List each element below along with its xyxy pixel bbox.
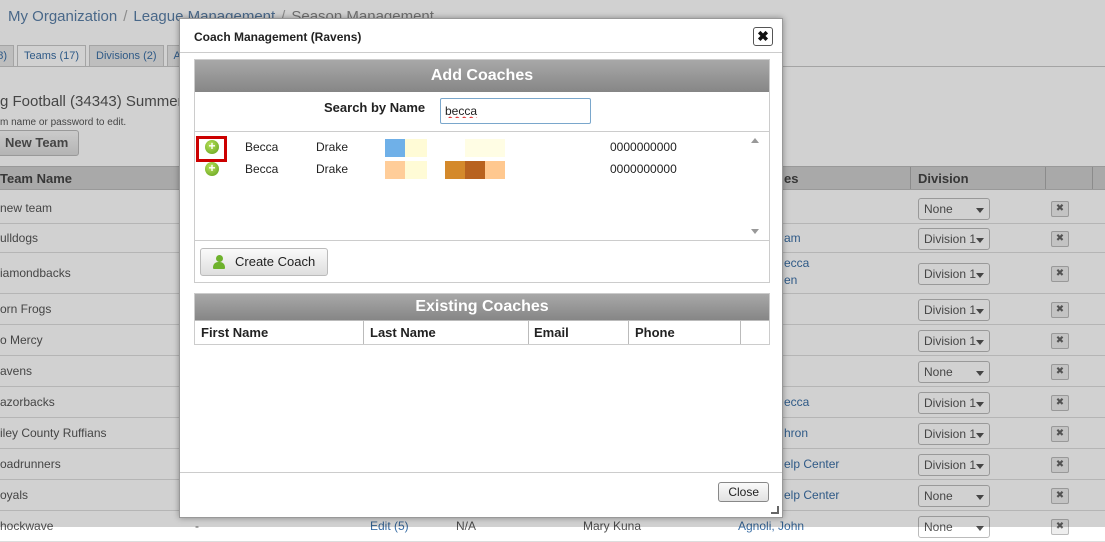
dialog-titlebar: Coach Management (Ravens) ✖: [180, 19, 782, 53]
user-icon: [213, 255, 225, 269]
search-label: Search by Name: [324, 100, 426, 115]
redacted-email: [385, 161, 405, 179]
search-results: + Becca Drake 0000000000 + Becca Drake 0…: [195, 131, 769, 241]
redacted-email: [385, 139, 405, 157]
scroll-down-icon[interactable]: [751, 229, 759, 234]
add-coaches-panel: Add Coaches Search by Name + Becca Drake…: [194, 59, 770, 283]
col-phone[interactable]: Phone: [635, 325, 675, 340]
col-email[interactable]: Email: [534, 325, 569, 340]
close-icon[interactable]: ✖: [753, 27, 773, 46]
resize-grip-icon[interactable]: [771, 506, 779, 514]
col-first-name[interactable]: First Name: [201, 325, 268, 340]
result-first-name: Becca: [245, 162, 279, 176]
result-row: + Becca Drake 0000000000: [195, 159, 745, 181]
scroll-up-icon[interactable]: [751, 138, 759, 143]
col-last-name[interactable]: Last Name: [370, 325, 436, 340]
dialog-title: Coach Management (Ravens): [194, 30, 362, 44]
result-first-name: Becca: [245, 140, 279, 154]
add-coaches-header: Add Coaches: [195, 60, 769, 92]
existing-coaches-panel: Existing Coaches First Name Last Name Em…: [194, 293, 770, 345]
coach-management-dialog: Coach Management (Ravens) ✖ Add Coaches …: [179, 18, 783, 518]
result-last-name: Drake: [316, 140, 349, 154]
redacted-info: [445, 161, 465, 179]
existing-coaches-columns: First Name Last Name Email Phone: [195, 320, 769, 344]
result-row: + Becca Drake 0000000000: [195, 137, 745, 159]
redacted-info: [465, 139, 505, 157]
results-scrollbar[interactable]: [749, 138, 761, 234]
create-coach-label: Create Coach: [235, 254, 316, 269]
result-last-name: Drake: [316, 162, 349, 176]
close-button[interactable]: Close: [718, 482, 769, 502]
result-phone: 0000000000: [610, 162, 677, 176]
search-input[interactable]: [440, 98, 591, 124]
plus-circle-icon[interactable]: +: [205, 140, 219, 154]
create-coach-row: Create Coach: [195, 243, 769, 283]
plus-circle-icon[interactable]: +: [205, 162, 219, 176]
create-coach-button[interactable]: Create Coach: [200, 248, 329, 276]
dialog-footer-divider: [180, 472, 782, 473]
existing-coaches-header: Existing Coaches: [195, 294, 769, 320]
result-phone: 0000000000: [610, 140, 677, 154]
